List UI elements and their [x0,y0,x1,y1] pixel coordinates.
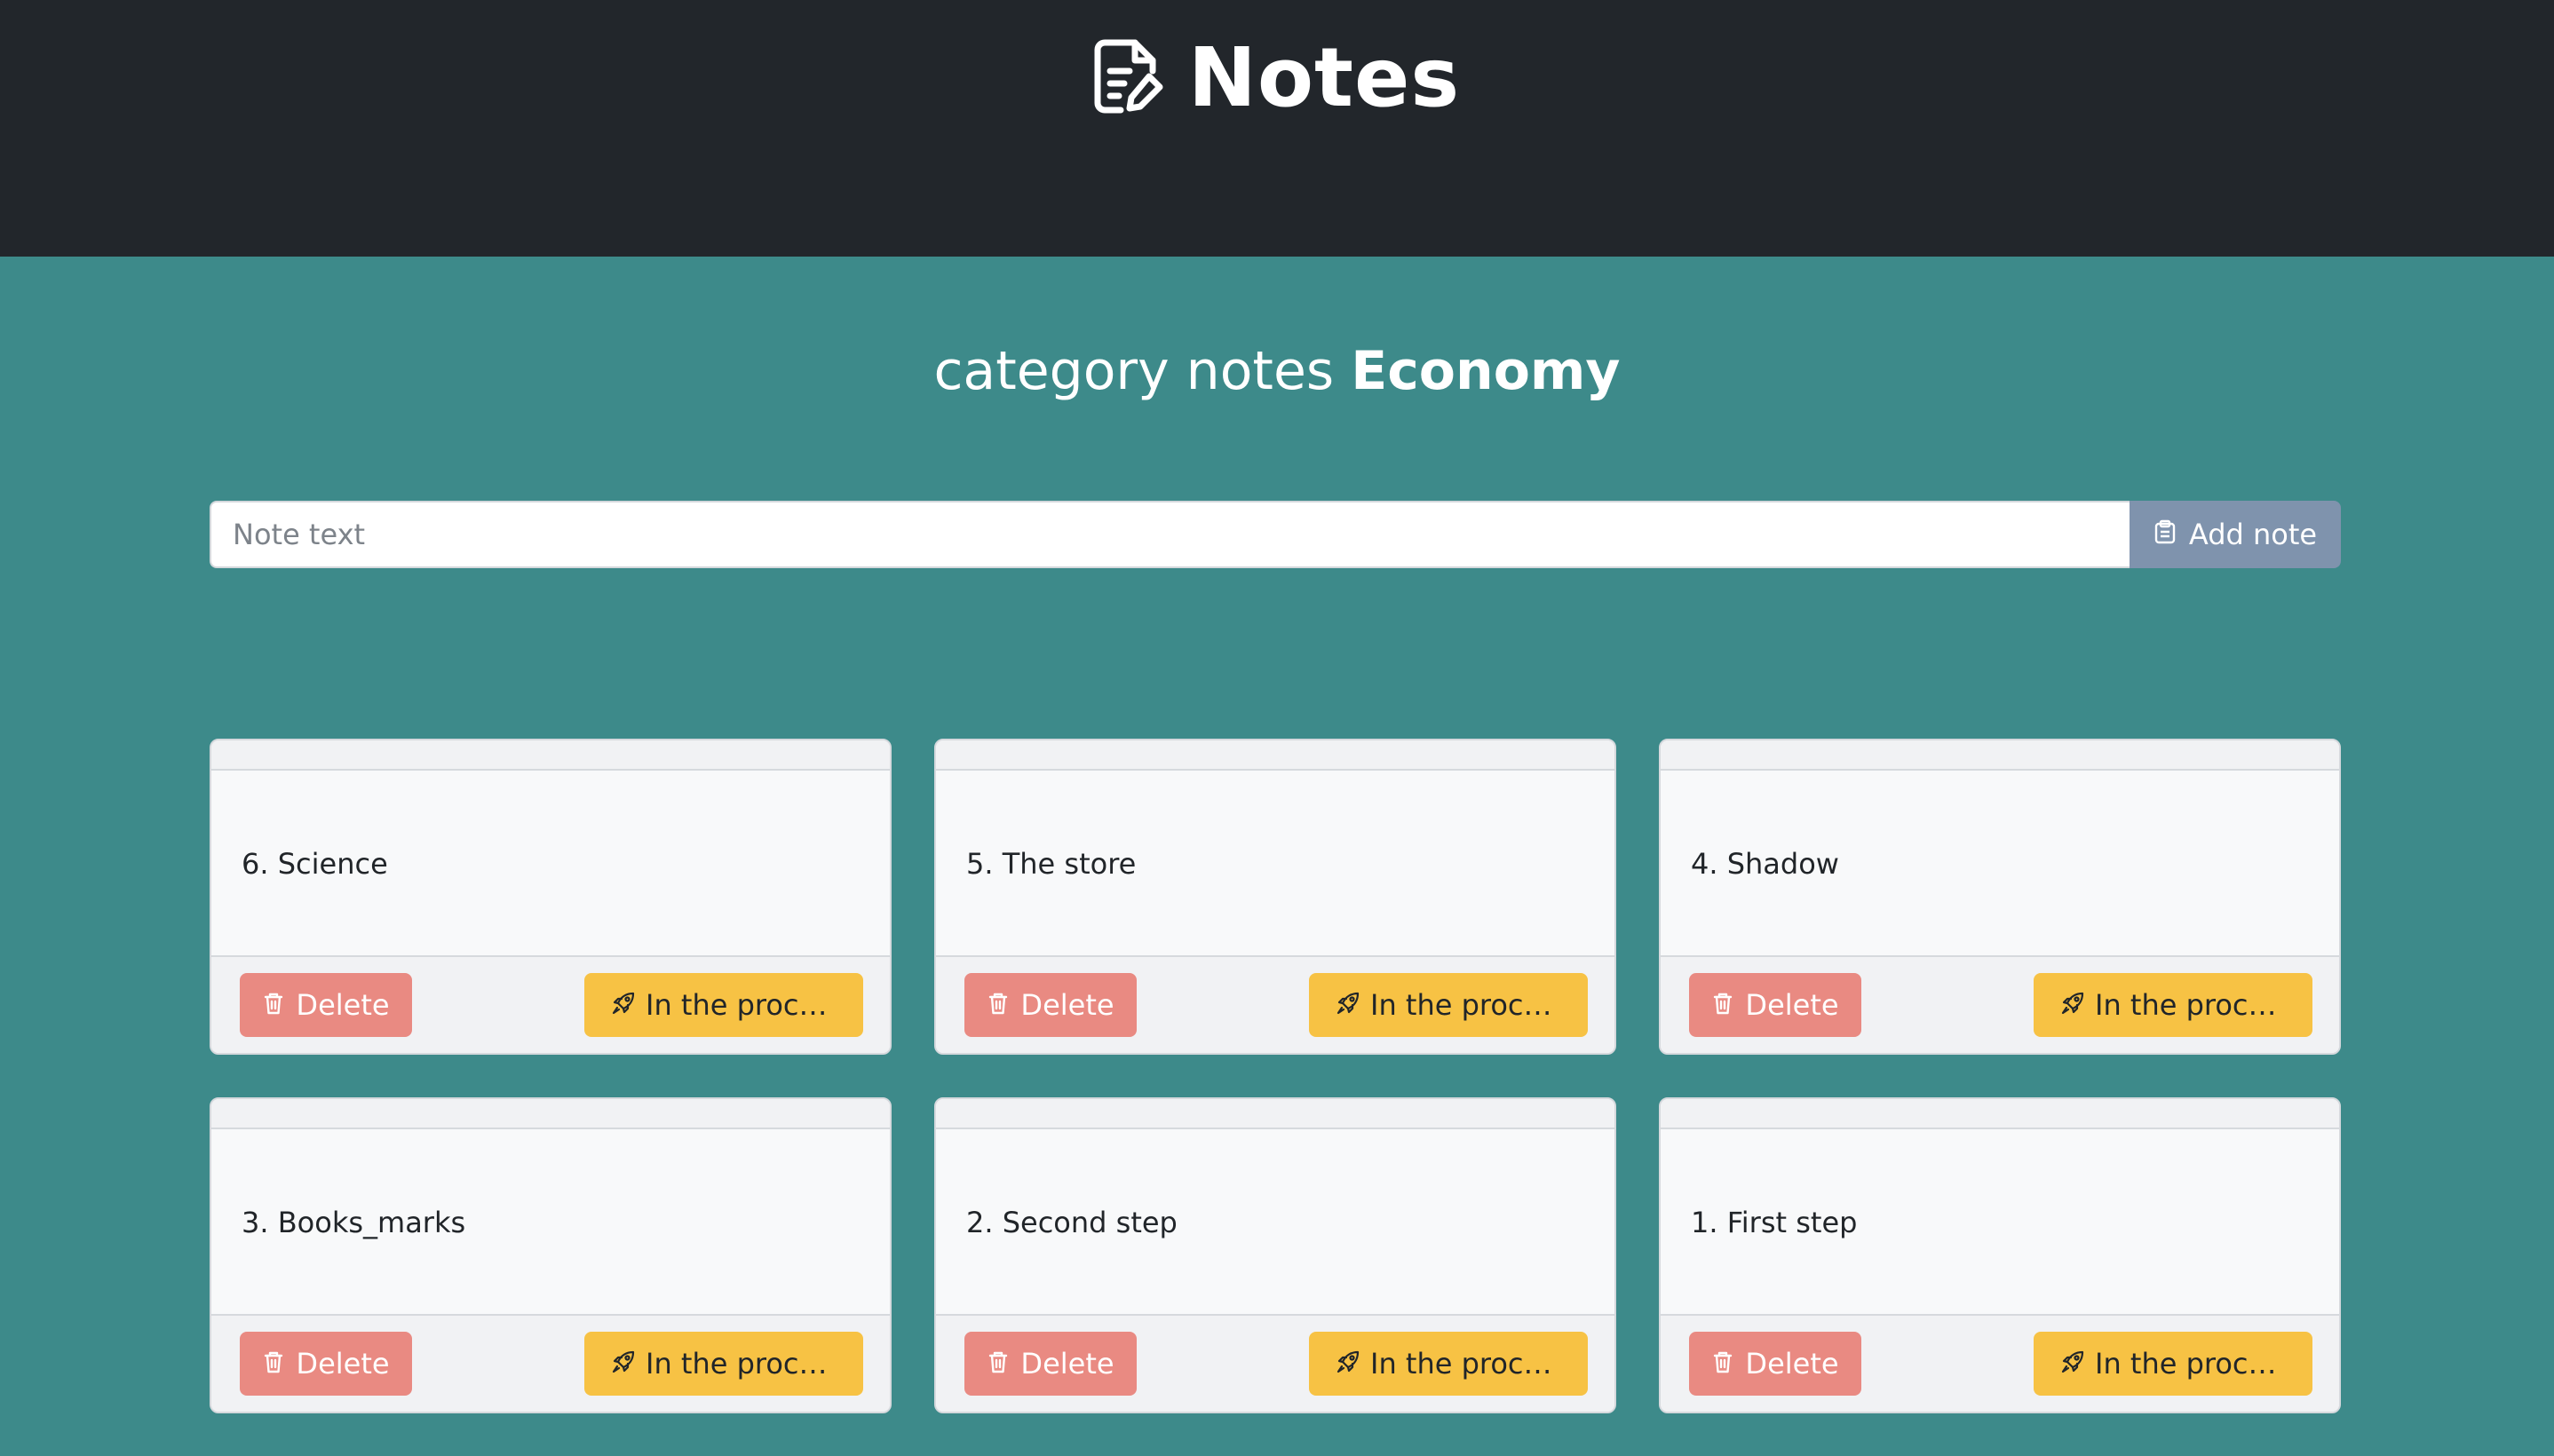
note-card: 5. The store Delete In the proce... [934,739,1616,1055]
trash-icon [1711,988,1734,1022]
delete-label: Delete [1745,1347,1839,1381]
add-note-button[interactable]: Add note [2130,501,2341,568]
status-label: In the proce... [1370,1347,1560,1381]
delete-button[interactable]: Delete [1689,973,1861,1037]
delete-label: Delete [1745,988,1839,1022]
note-text-input[interactable] [210,501,2130,568]
delete-label: Delete [1020,988,1114,1022]
add-note-label: Add note [2188,518,2318,551]
trash-icon [987,1347,1010,1381]
note-card-body: 3. Books_marks [211,1129,890,1316]
rocket-icon [2061,1347,2084,1381]
status-label: In the proce... [2095,1347,2285,1381]
delete-button[interactable]: Delete [1689,1332,1861,1396]
status-label: In the proce... [646,1347,836,1381]
top-navbar: Notes [0,0,2554,257]
note-text: 2. Second step [966,1206,1178,1239]
rocket-icon [1336,988,1360,1022]
add-note-form: Add note [210,501,2341,568]
status-label: In the proce... [1370,988,1560,1022]
note-card: 6. Science Delete In the proce... [210,739,892,1055]
trash-icon [987,988,1010,1022]
status-label: In the proce... [646,988,836,1022]
brand[interactable]: Notes [0,32,2554,124]
note-card: 1. First step Delete In the proce... [1659,1097,2341,1413]
in-progress-button[interactable]: In the proce... [2034,973,2312,1037]
delete-label: Delete [296,988,390,1022]
note-text: 4. Shadow [1691,847,1839,881]
trash-icon [262,988,285,1022]
note-pencil-icon [1094,39,1163,117]
delete-button[interactable]: Delete [240,973,412,1037]
delete-button[interactable]: Delete [240,1332,412,1396]
rocket-icon [612,1347,635,1381]
note-card-header [1661,740,2339,771]
note-card-footer: Delete In the proce... [936,955,1614,1053]
in-progress-button[interactable]: In the proce... [2034,1332,2312,1396]
note-card-header [936,1099,1614,1129]
note-text: 1. First step [1691,1206,1858,1239]
trash-icon [1711,1347,1734,1381]
note-card-body: 1. First step [1661,1129,2339,1316]
note-text: 3. Books_marks [242,1206,466,1239]
note-card-footer: Delete In the proce... [936,1314,1614,1412]
note-card-footer: Delete In the proce... [1661,1314,2339,1412]
app-title: Notes [1187,30,1461,125]
note-card-body: 5. The store [936,771,1614,957]
in-progress-button[interactable]: In the proce... [584,973,863,1037]
note-card-footer: Delete In the proce... [1661,955,2339,1053]
in-progress-button[interactable]: In the proce... [1309,973,1588,1037]
note-card-header [211,1099,890,1129]
note-card-header [211,740,890,771]
clipboard-icon [2153,518,2177,551]
note-card: 2. Second step Delete In the proce... [934,1097,1616,1413]
rocket-icon [612,988,635,1022]
delete-button[interactable]: Delete [964,973,1137,1037]
note-text: 5. The store [966,847,1137,881]
category-name: Economy [1351,340,1621,402]
rocket-icon [2061,988,2084,1022]
delete-label: Delete [1020,1347,1114,1381]
heading-prefix: category notes [933,340,1335,402]
rocket-icon [1336,1347,1360,1381]
note-card-footer: Delete In the proce... [211,955,890,1053]
page-heading: category notes Economy [0,336,2554,407]
note-card: 3. Books_marks Delete In the proce... [210,1097,892,1413]
note-card-footer: Delete In the proce... [211,1314,890,1412]
in-progress-button[interactable]: In the proce... [1309,1332,1588,1396]
delete-button[interactable]: Delete [964,1332,1137,1396]
note-card-body: 6. Science [211,771,890,957]
delete-label: Delete [296,1347,390,1381]
note-card-body: 2. Second step [936,1129,1614,1316]
trash-icon [262,1347,285,1381]
note-card: 4. Shadow Delete In the proce... [1659,739,2341,1055]
in-progress-button[interactable]: In the proce... [584,1332,863,1396]
note-card-body: 4. Shadow [1661,771,2339,957]
note-card-header [1661,1099,2339,1129]
note-text: 6. Science [242,847,388,881]
status-label: In the proce... [2095,988,2285,1022]
note-card-header [936,740,1614,771]
